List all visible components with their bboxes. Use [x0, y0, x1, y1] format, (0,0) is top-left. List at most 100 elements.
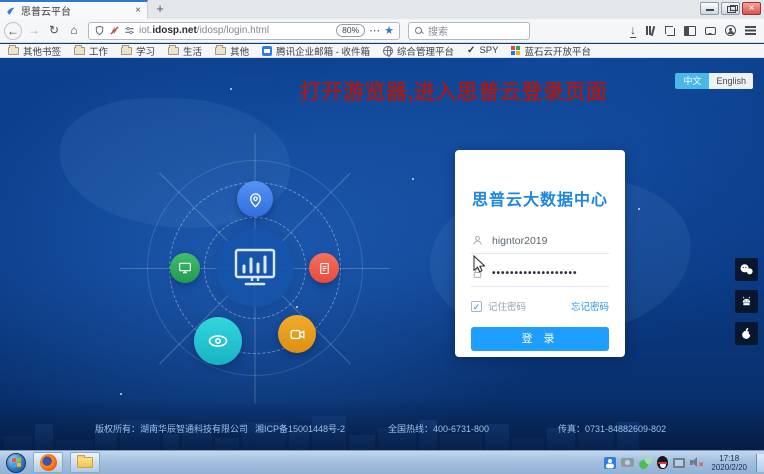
- tray-app-icon[interactable]: [604, 457, 616, 469]
- password-value: •••••••••••••••••••: [492, 268, 578, 279]
- taskbar-explorer-button[interactable]: [70, 452, 100, 473]
- menu-icon[interactable]: [745, 26, 756, 28]
- app-download-buttons: [735, 258, 758, 345]
- permissions-icon[interactable]: [124, 25, 135, 36]
- window-controls: ×: [700, 2, 761, 15]
- firefox-icon: [40, 454, 57, 471]
- android-button[interactable]: [735, 290, 758, 313]
- bookmark-label: SPY: [479, 45, 498, 56]
- bg-dot: [412, 178, 414, 180]
- bookmark-other-folders[interactable]: 其他书签: [8, 44, 61, 58]
- tray-device-icon[interactable]: [621, 458, 634, 467]
- browser-navbar: ← → ↻ ⌂ iot.idosp.net/idosp/login.html 8…: [0, 19, 764, 43]
- eye-icon: [206, 329, 230, 353]
- footer-fax: 传真：0731-84882609-802: [558, 422, 666, 435]
- tab-title: 思普云平台: [21, 3, 130, 18]
- globe-icon: [383, 46, 393, 56]
- bg-dot: [638, 208, 640, 210]
- bookmark-study[interactable]: 学习: [121, 44, 155, 58]
- downloads-icon[interactable]: ↓: [630, 23, 636, 38]
- login-button[interactable]: 登 录: [471, 327, 609, 351]
- tab-close-icon[interactable]: ×: [135, 5, 141, 16]
- bookmarks-bar: 其他书签 工作 学习 生活 其他 腾讯企业邮箱 - 收件箱 综合管理平台 ✓SP…: [0, 44, 764, 58]
- clock-date: 2020/2/20: [711, 463, 747, 472]
- wechat-button[interactable]: [735, 258, 758, 281]
- zoom-level-badge[interactable]: 80%: [336, 24, 365, 37]
- url-path: /idosp/login.html: [197, 25, 269, 36]
- language-english-button[interactable]: English: [709, 73, 753, 89]
- dashboard-hub-circle: [216, 229, 294, 307]
- shield-icon[interactable]: [94, 25, 105, 36]
- bookmark-label: 腾讯企业邮箱 - 收件箱: [276, 44, 370, 58]
- document-satellite-circle: [309, 253, 339, 283]
- account-icon[interactable]: [725, 25, 736, 36]
- new-tab-button[interactable]: +: [148, 0, 172, 19]
- bookmark-lanshi-cloud[interactable]: 蓝石云开放平台: [511, 44, 591, 58]
- tray-volume-muted-icon[interactable]: ×: [690, 457, 703, 468]
- show-desktop-button[interactable]: [756, 454, 764, 472]
- monitor-satellite-circle: [170, 253, 200, 283]
- apple-button[interactable]: [735, 322, 758, 345]
- taskbar-firefox-button[interactable]: [33, 452, 63, 473]
- sidebar-icon[interactable]: [684, 26, 696, 36]
- home-button[interactable]: ⌂: [64, 21, 84, 41]
- annotation-text: 打开游览器,进入思普云登录页面: [300, 76, 650, 106]
- messages-icon[interactable]: [705, 27, 716, 35]
- bookmark-label: 其他: [230, 44, 249, 58]
- bookmark-misc[interactable]: 其他: [215, 44, 249, 58]
- folder-icon: [74, 47, 85, 55]
- colorful-grid-icon: [511, 46, 520, 55]
- wechat-icon: [739, 263, 754, 276]
- password-field[interactable]: •••••••••••••••••••: [471, 267, 609, 287]
- folder-icon: [215, 47, 226, 55]
- url-text[interactable]: iot.idosp.net/idosp/login.html: [139, 25, 332, 36]
- close-button[interactable]: ×: [742, 2, 761, 15]
- screenshot-icon[interactable]: [665, 26, 675, 36]
- library-icon[interactable]: [645, 25, 656, 36]
- folder-icon: [8, 47, 19, 55]
- folder-icon: [77, 457, 93, 468]
- map-satellite-circle: [237, 181, 273, 217]
- bookmark-work[interactable]: 工作: [74, 44, 108, 58]
- minimize-button[interactable]: [700, 2, 719, 15]
- back-button[interactable]: ←: [4, 22, 22, 40]
- system-tray: × 17:18 2020/2/20: [604, 454, 764, 472]
- forward-button[interactable]: →: [24, 21, 44, 41]
- page-actions-icon[interactable]: ⋯: [369, 24, 380, 37]
- username-field[interactable]: higntor2019: [471, 234, 609, 254]
- address-bar[interactable]: iot.idosp.net/idosp/login.html 80% ⋯ ★: [88, 22, 400, 40]
- bookmark-label: 蓝石云开放平台: [524, 44, 591, 58]
- bookmark-spy[interactable]: ✓SPY: [467, 45, 498, 56]
- taskbar: × 17:18 2020/2/20: [0, 450, 764, 474]
- search-placeholder: 搜索: [428, 23, 448, 38]
- eye-satellite-circle: [194, 317, 242, 365]
- url-domain: idosp.net: [152, 25, 196, 36]
- bookmark-label: 综合管理平台: [397, 44, 454, 58]
- camera-satellite-circle: [278, 315, 316, 353]
- language-chinese-button[interactable]: 中文: [675, 73, 709, 89]
- document-icon: [317, 261, 332, 276]
- remember-password[interactable]: ✓ 记住密码: [471, 299, 526, 313]
- taskbar-clock[interactable]: 17:18 2020/2/20: [711, 454, 747, 472]
- bookmark-admin-platform[interactable]: 综合管理平台: [383, 44, 454, 58]
- windows-flag-icon: [12, 458, 21, 468]
- tray-wechat-icon[interactable]: [639, 457, 652, 469]
- bookmark-life[interactable]: 生活: [168, 44, 202, 58]
- remember-checkbox[interactable]: ✓: [471, 301, 482, 312]
- browser-tab[interactable]: 思普云平台 ×: [0, 0, 148, 19]
- bookmark-label: 工作: [89, 44, 108, 58]
- restore-button[interactable]: [721, 2, 740, 15]
- tray-display-icon[interactable]: [673, 458, 685, 468]
- footer-copyright: 版权所有：湖南华辰智通科技有限公司: [95, 422, 248, 435]
- bookmark-star-icon[interactable]: ★: [384, 24, 394, 37]
- tray-qq-icon[interactable]: [657, 456, 668, 469]
- blocked-content-icon[interactable]: [109, 25, 120, 36]
- login-card: 思普云大数据中心 higntor2019 •••••••••••••••••••…: [455, 150, 625, 357]
- reload-button[interactable]: ↻: [44, 21, 64, 41]
- bg-dot: [230, 88, 232, 90]
- search-input[interactable]: 搜索: [408, 22, 530, 40]
- start-button[interactable]: [6, 453, 26, 473]
- forgot-password-link[interactable]: 忘记密码: [571, 299, 609, 313]
- bookmark-tencent-mail[interactable]: 腾讯企业邮箱 - 收件箱: [262, 44, 370, 58]
- video-camera-icon: [288, 325, 307, 344]
